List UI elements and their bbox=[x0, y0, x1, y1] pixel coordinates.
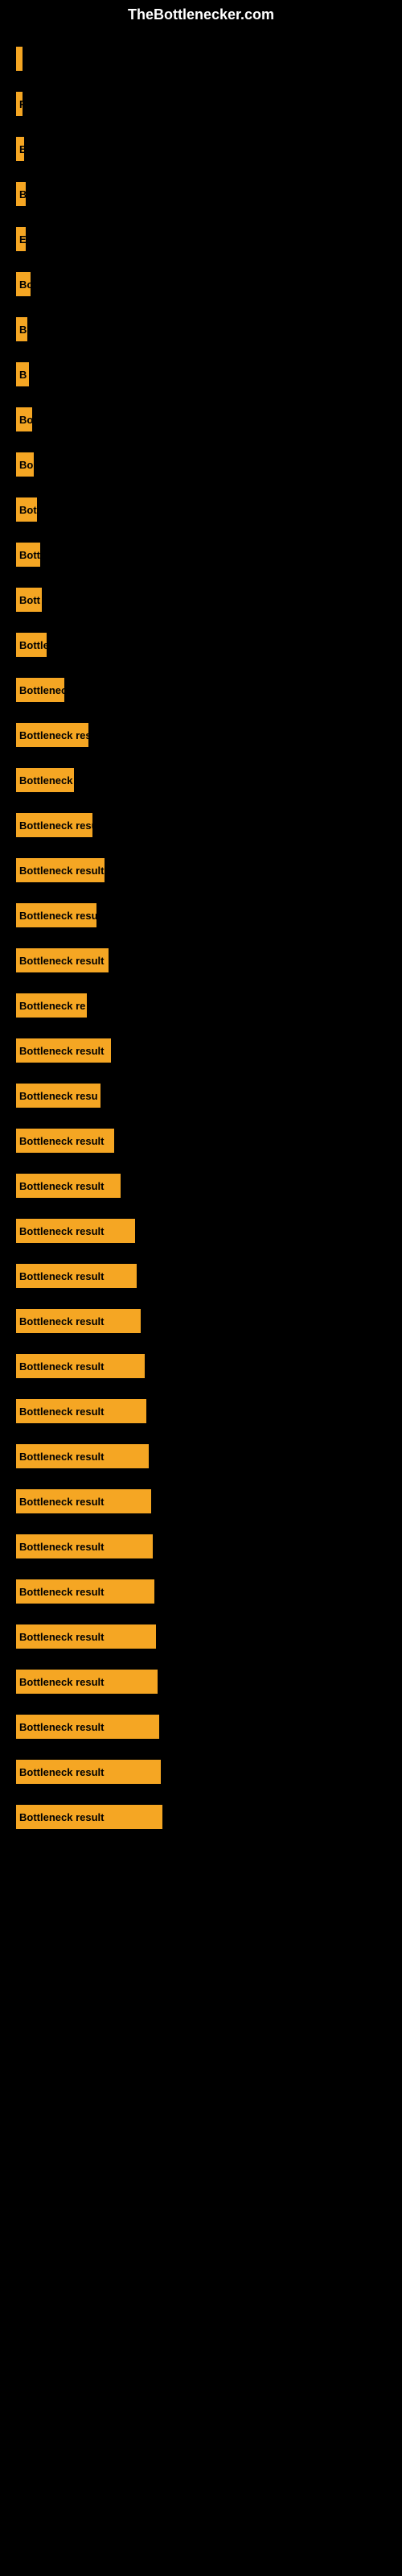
bar-row: Bo bbox=[16, 263, 386, 305]
bar-row: Bottleneck result bbox=[16, 1525, 386, 1567]
bar-row: Bottleneck result bbox=[16, 1390, 386, 1432]
bar-label: Bottleneck result bbox=[16, 1489, 151, 1513]
bar-row: Bottleneck result bbox=[16, 1480, 386, 1522]
bar-row: E bbox=[16, 218, 386, 260]
bar-label: Bot bbox=[16, 497, 37, 522]
bar-label: Bottleneck result bbox=[16, 1399, 146, 1423]
bar-label: Bottlenec bbox=[16, 678, 64, 702]
bar-label: B bbox=[16, 362, 29, 386]
bar-row: Bottleneck result bbox=[16, 1435, 386, 1477]
bar-row: Bottleneck result bbox=[16, 1571, 386, 1612]
bar-label: B bbox=[16, 317, 27, 341]
bar-row: Bottleneck result bbox=[16, 1796, 386, 1838]
bar-row: Bott bbox=[16, 534, 386, 576]
bar-row: Bottleneck result bbox=[16, 1300, 386, 1342]
bar-label: Bottleneck result bbox=[16, 1129, 114, 1153]
bar-label: Bottleneck result bbox=[16, 858, 105, 882]
bar-row: Bott bbox=[16, 579, 386, 621]
bar-label: Bottle bbox=[16, 633, 47, 657]
bar-row: Bottleneck resu bbox=[16, 804, 386, 846]
bar-label: Bottleneck result bbox=[16, 1805, 162, 1829]
bar-label: Bottleneck res bbox=[16, 723, 88, 747]
bar-label: B bbox=[16, 182, 26, 206]
bar-label: Bottleneck resu bbox=[16, 813, 92, 837]
bar-row: Bottleneck result bbox=[16, 1210, 386, 1252]
bar-row: Bottleneck result bbox=[16, 1165, 386, 1207]
bar-row: Bo bbox=[16, 444, 386, 485]
bar-label: Bottleneck bbox=[16, 768, 74, 792]
bar-label: Bott bbox=[16, 543, 40, 567]
bar-label: Bottleneck result bbox=[16, 1670, 158, 1694]
bar-label: E bbox=[16, 227, 26, 251]
bar-label: Bottleneck result bbox=[16, 1715, 159, 1739]
bar-row: B bbox=[16, 353, 386, 395]
bar-row: Bottlenec bbox=[16, 669, 386, 711]
bar-row: Bottleneck result bbox=[16, 1120, 386, 1162]
bar-label: E bbox=[16, 137, 24, 161]
bar-row bbox=[16, 38, 386, 80]
bar-row: Bottleneck result bbox=[16, 1030, 386, 1071]
bar-label: Bottleneck re bbox=[16, 993, 87, 1018]
bar-label: Bo bbox=[16, 272, 31, 296]
bar-label: Bottleneck result bbox=[16, 1038, 111, 1063]
bar-label: Bottleneck resu bbox=[16, 1084, 100, 1108]
bar-row: Bottleneck bbox=[16, 759, 386, 801]
bar-row: B bbox=[16, 308, 386, 350]
bar-row: Bottleneck result bbox=[16, 1345, 386, 1387]
bar-row: Bottleneck re bbox=[16, 985, 386, 1026]
bar-row: Bottleneck resu bbox=[16, 894, 386, 936]
bar-label: Bo bbox=[16, 407, 32, 431]
bar-row: Bottleneck result bbox=[16, 1661, 386, 1703]
bar-row: Bottleneck resu bbox=[16, 1075, 386, 1117]
bar-label: Bottleneck result bbox=[16, 1760, 161, 1784]
bar-label: Bottleneck result bbox=[16, 1624, 156, 1649]
bar-label: F bbox=[16, 92, 23, 116]
bar-row: Bo bbox=[16, 398, 386, 440]
bar-row: Bottleneck result bbox=[16, 1255, 386, 1297]
bar-row: Bottleneck result bbox=[16, 1706, 386, 1748]
bar-label: Bottleneck result bbox=[16, 1309, 141, 1333]
bar-row: Bottleneck res bbox=[16, 714, 386, 756]
bar-label: Bottleneck resu bbox=[16, 903, 96, 927]
bar-row: Bot bbox=[16, 489, 386, 530]
bar-label: Bottleneck result bbox=[16, 1444, 149, 1468]
site-title: TheBottlenecker.com bbox=[0, 0, 402, 30]
bar-label: Bottleneck result bbox=[16, 1534, 153, 1558]
bar-label: Bott bbox=[16, 588, 42, 612]
bar-label: Bottleneck result bbox=[16, 1264, 137, 1288]
bar-label: Bo bbox=[16, 452, 34, 477]
bar-label: Bottleneck result bbox=[16, 1219, 135, 1243]
bar-row: F bbox=[16, 83, 386, 125]
bar-row: Bottleneck result bbox=[16, 849, 386, 891]
bar-label: Bottleneck result bbox=[16, 1354, 145, 1378]
bar-row: E bbox=[16, 128, 386, 170]
bar-label: Bottleneck result bbox=[16, 948, 109, 972]
bar-row: Bottleneck result bbox=[16, 939, 386, 981]
bar-row: B bbox=[16, 173, 386, 215]
bar-row: Bottleneck result bbox=[16, 1751, 386, 1793]
bars-container: FEBEBoBBBoBoBotBottBottBottleBottlenecBo… bbox=[0, 30, 402, 1849]
bar-label bbox=[16, 47, 23, 71]
bar-row: Bottleneck result bbox=[16, 1616, 386, 1657]
bar-row: Bottle bbox=[16, 624, 386, 666]
bar-label: Bottleneck result bbox=[16, 1579, 154, 1604]
bar-label: Bottleneck result bbox=[16, 1174, 121, 1198]
